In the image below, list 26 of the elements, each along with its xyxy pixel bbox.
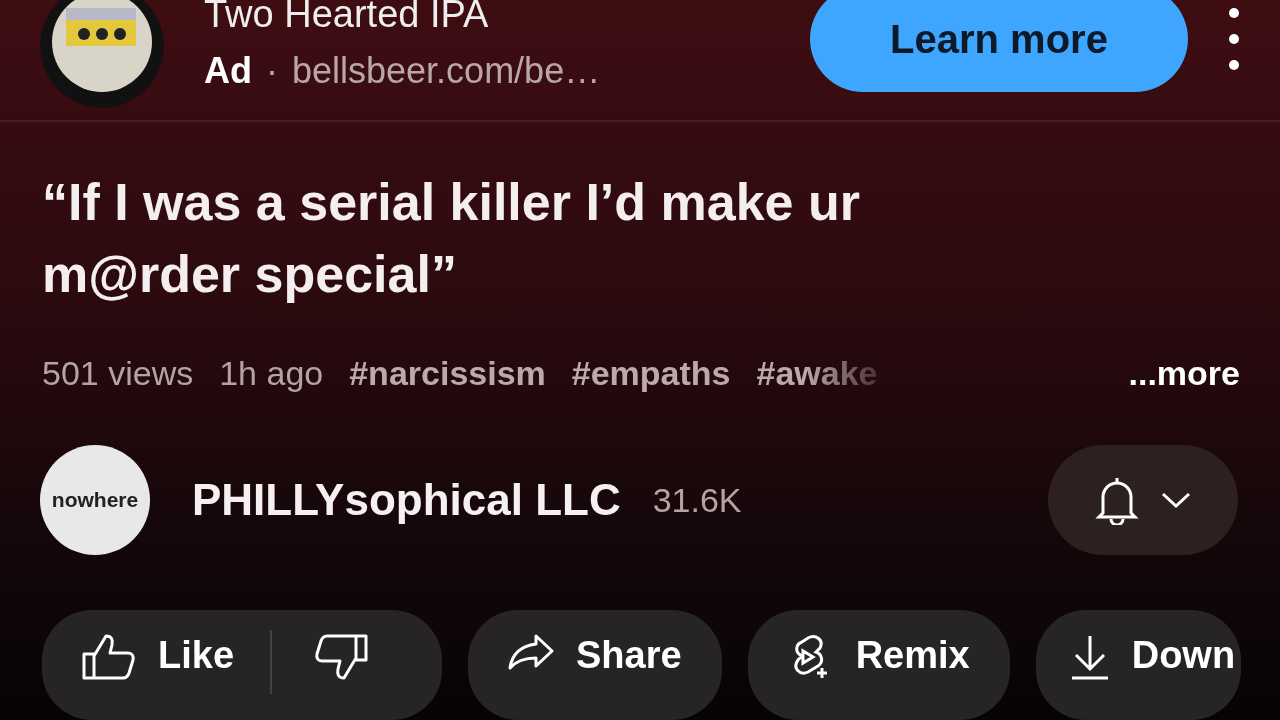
- channel-name[interactable]: PHILLYsophical LLC: [192, 475, 621, 525]
- remix-button[interactable]: Remix: [747, 610, 1010, 720]
- thumbs-up-icon: [82, 634, 136, 680]
- view-count: 501 views: [42, 354, 194, 393]
- hashtag-link[interactable]: #awake: [756, 354, 878, 393]
- download-icon: [1069, 634, 1110, 680]
- ad-url[interactable]: bellsbeer.com/be…: [292, 49, 601, 92]
- channel-avatar[interactable]: nowhere: [40, 445, 150, 555]
- separator-dot: ·: [266, 49, 278, 92]
- more-options-icon[interactable]: [1228, 7, 1240, 71]
- learn-more-button[interactable]: Learn more: [810, 0, 1188, 92]
- more-link[interactable]: ...more: [1128, 354, 1240, 393]
- share-button[interactable]: Share: [468, 610, 722, 720]
- bell-icon: [1095, 475, 1139, 525]
- ad-label: Ad: [204, 49, 252, 92]
- hashtag-link[interactable]: #narcissism: [349, 354, 546, 393]
- chevron-down-icon: [1161, 492, 1191, 508]
- bottle-cap-logo-icon: [40, 0, 164, 108]
- upload-age: 1h ago: [219, 354, 324, 393]
- subscriber-count: 31.6K: [652, 480, 742, 520]
- thumbs-down-icon: [314, 634, 369, 680]
- download-button[interactable]: Down: [1035, 610, 1242, 720]
- hashtag-link[interactable]: #empaths: [571, 354, 731, 393]
- video-title: “If I was a serial killer I’d make ur m@rder special”: [42, 172, 861, 305]
- like-button[interactable]: Like: [42, 610, 442, 720]
- share-arrow-icon: [508, 634, 554, 670]
